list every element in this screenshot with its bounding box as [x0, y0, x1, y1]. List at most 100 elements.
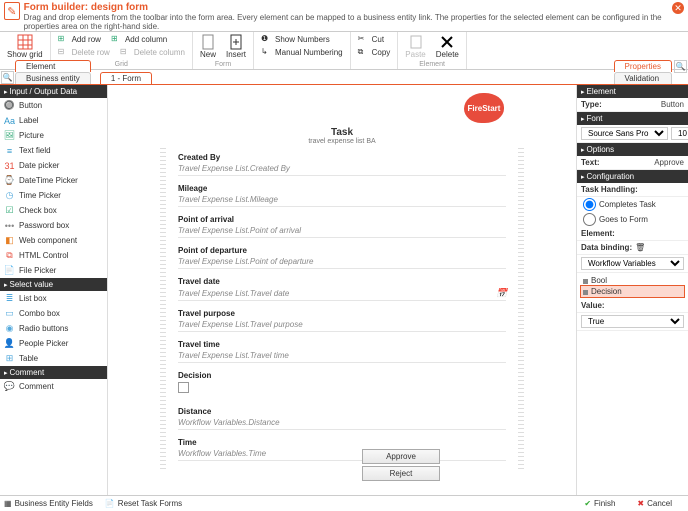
toolbox-item-check-box[interactable]: ☑Check box: [0, 203, 107, 218]
toolbox-item-html-control[interactable]: ⧉HTML Control: [0, 248, 107, 263]
close-icon[interactable]: ✕: [672, 2, 684, 14]
toolbox-item-time-picker[interactable]: ◷Time Picker: [0, 188, 107, 203]
insert-button[interactable]: Insert: [224, 33, 248, 60]
toolbox-item-icon: ⧉: [4, 250, 15, 261]
toolbox-item-password-box[interactable]: •••Password box: [0, 218, 107, 233]
copy-button[interactable]: ⧉Copy: [356, 46, 393, 59]
cancel-icon: ✖: [637, 499, 644, 508]
toolbox-item-icon: 💬: [4, 381, 15, 392]
toolbox-item-date-picker[interactable]: 31Date picker: [0, 158, 107, 173]
toolbox-item-comment[interactable]: 💬Comment: [0, 379, 107, 394]
toolbox-item-icon: 📄: [4, 265, 15, 276]
field-label: Travel time: [178, 340, 506, 349]
delete-icon[interactable]: 🗑: [635, 243, 645, 252]
toolbox-item-datetime-picker[interactable]: ⌚DateTime Picker: [0, 173, 107, 188]
reset-icon: 📄: [105, 499, 115, 508]
form-field[interactable]: Decision: [178, 371, 506, 399]
toolbox-sidebar: Input / Output Data🔘ButtonAaLabel🖼Pictur…: [0, 85, 108, 499]
field-label: Time: [178, 438, 506, 447]
props-section-element: Element: [577, 85, 688, 98]
toolbox-item-icon: 31: [4, 160, 15, 171]
form-field[interactable]: Created ByTravel Expense List.Created By: [178, 153, 506, 176]
form-field[interactable]: Point of arrivalTravel Expense List.Poin…: [178, 215, 506, 238]
radio-completes-task[interactable]: Completes Task: [577, 197, 688, 212]
font-size-select[interactable]: 10: [671, 127, 688, 140]
field-value: Workflow Variables.Distance: [178, 416, 506, 430]
toolbox-item-label[interactable]: AaLabel: [0, 113, 107, 128]
show-grid-button[interactable]: Show grid: [5, 33, 45, 60]
window-header: ✎ Form builder: design form Drag and dro…: [0, 0, 688, 32]
entity-icon: ▦: [4, 499, 12, 508]
field-value: Travel Expense List.Travel time: [178, 349, 506, 363]
toolbox-item-people-picker[interactable]: 👤People Picker: [0, 336, 107, 351]
toolbox-item-combo-box[interactable]: ▭Combo box: [0, 306, 107, 321]
tab-form[interactable]: 1 - Form: [100, 72, 152, 84]
form-field[interactable]: Travel timeTravel Expense List.Travel ti…: [178, 340, 506, 363]
toolbox-group-header[interactable]: Comment: [0, 366, 107, 379]
field-value: Travel Expense List.Travel date📅: [178, 286, 506, 301]
show-numbers-button[interactable]: ❶Show Numbers: [259, 33, 345, 46]
cut-button[interactable]: ✂Cut: [356, 33, 393, 46]
tab-properties[interactable]: Properties: [614, 60, 672, 72]
form-field[interactable]: Travel dateTravel Expense List.Travel da…: [178, 277, 506, 301]
paste-button[interactable]: Paste: [403, 33, 427, 60]
checkbox-input[interactable]: [178, 382, 189, 393]
search-icon[interactable]: 🔍: [674, 60, 687, 73]
tab-element[interactable]: Element: [15, 60, 91, 72]
reject-button[interactable]: Reject: [362, 466, 440, 481]
delete-button[interactable]: Delete: [434, 33, 461, 60]
radio-goes-to-form[interactable]: Goes to Form: [577, 212, 688, 227]
calendar-icon[interactable]: 📅: [496, 288, 506, 298]
form-field[interactable]: DistanceWorkflow Variables.Distance: [178, 407, 506, 430]
tab-validation[interactable]: Validation: [614, 72, 672, 84]
design-canvas[interactable]: FireStart Task travel expense list BA Cr…: [108, 85, 576, 499]
toolbox-item-file-picker[interactable]: 📄File Picker: [0, 263, 107, 278]
form-builder-icon: ✎: [4, 2, 20, 20]
toolbox-item-icon: 🖼: [4, 130, 15, 141]
toolbox-item-button[interactable]: 🔘Button: [0, 98, 107, 113]
field-value: Workflow Variables.Time: [178, 447, 506, 461]
search-icon[interactable]: 🔍: [1, 71, 14, 84]
value-select[interactable]: True: [581, 315, 684, 328]
delete-row-button[interactable]: ⊟Delete row: [56, 46, 112, 59]
reset-task-forms-button[interactable]: 📄Reset Task Forms: [105, 499, 182, 508]
tree-node[interactable]: Bool: [581, 275, 684, 286]
delete-column-button[interactable]: ⊟Delete column: [118, 46, 187, 59]
form-field[interactable]: Travel purposeTravel Expense List.Travel…: [178, 309, 506, 332]
toolbox-item-text-field[interactable]: ≡Text field: [0, 143, 107, 158]
toolbox-item-list-box[interactable]: ≣List box: [0, 291, 107, 306]
field-value: Travel Expense List.Travel purpose: [178, 318, 506, 332]
window-subtitle: Drag and drop elements from the toolbar …: [24, 13, 684, 31]
toolbox-group-header[interactable]: Select value: [0, 278, 107, 291]
field-label: Point of arrival: [178, 215, 506, 224]
approve-button[interactable]: Approve: [362, 449, 440, 464]
toolbox-item-icon: ◉: [4, 323, 15, 334]
binding-select[interactable]: Workflow Variables: [581, 257, 684, 270]
tab-business-entity[interactable]: Business entity: [15, 72, 91, 84]
font-family-select[interactable]: Source Sans Pro: [581, 127, 668, 140]
toolbox-item-icon: ⊞: [4, 353, 15, 364]
add-column-button[interactable]: ⊞Add column: [109, 33, 169, 46]
form-field[interactable]: TimeWorkflow Variables.Time: [178, 438, 506, 461]
finish-button[interactable]: ✔Finish: [584, 499, 615, 508]
cancel-button[interactable]: ✖Cancel: [637, 499, 672, 508]
manual-numbering-button[interactable]: ↳Manual Numbering: [259, 46, 345, 59]
ruler-right: [518, 145, 524, 469]
toolbox-item-icon: ▭: [4, 308, 15, 319]
toolbox-item-icon: ≣: [4, 293, 15, 304]
toolbox-item-web-component[interactable]: ◧Web component: [0, 233, 107, 248]
new-button[interactable]: New: [198, 33, 218, 60]
add-row-button[interactable]: ⊞Add row: [56, 33, 103, 46]
tree-node[interactable]: Decision: [581, 286, 684, 297]
field-label: Point of departure: [178, 246, 506, 255]
toolbox-item-picture[interactable]: 🖼Picture: [0, 128, 107, 143]
form-field[interactable]: Point of departureTravel Expense List.Po…: [178, 246, 506, 269]
form-field[interactable]: MileageTravel Expense List.Mileage: [178, 184, 506, 207]
toolbox-item-table[interactable]: ⊞Table: [0, 351, 107, 366]
toolbox-group-header[interactable]: Input / Output Data: [0, 85, 107, 98]
toolbox-item-radio-buttons[interactable]: ◉Radio buttons: [0, 321, 107, 336]
props-section-options: Options: [577, 143, 688, 156]
toolbox-item-icon: •••: [4, 220, 15, 231]
business-entity-fields-button[interactable]: ▦Business Entity Fields: [4, 499, 93, 508]
field-value: Travel Expense List.Created By: [178, 162, 506, 176]
